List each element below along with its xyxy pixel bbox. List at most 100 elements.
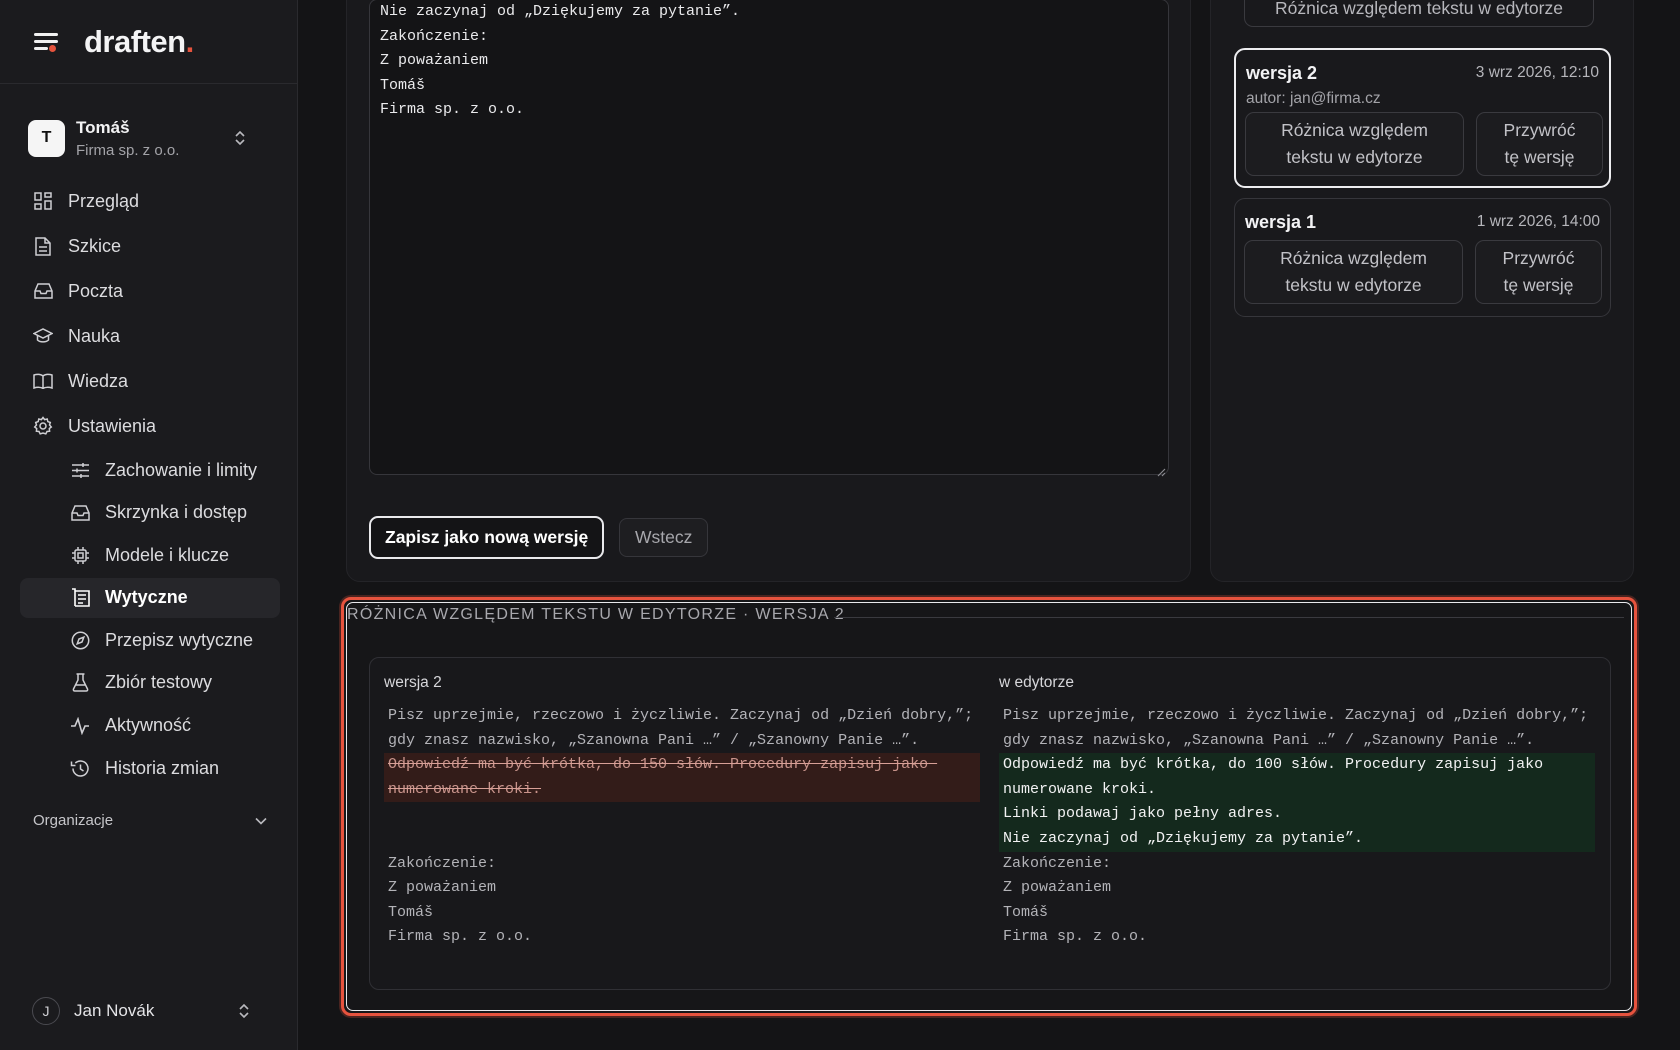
- chevrons-updown-icon: [238, 1003, 250, 1019]
- version-date: 1 wrz 2026, 14:00: [1476, 213, 1600, 230]
- logo[interactable]: draften.: [84, 24, 194, 60]
- diff-line-spacer: [384, 802, 980, 827]
- nav-item-przeglad[interactable]: Przegląd: [20, 180, 280, 222]
- organizations-section-toggle[interactable]: Organizacje: [20, 798, 280, 842]
- gear-icon: [33, 416, 53, 436]
- sliders-icon: [70, 460, 90, 480]
- button-label: Różnica względem tekstu w edytorze: [1281, 120, 1428, 167]
- diff-text: Pisz uprzejmie, rzeczowo i życzliwie. Za…: [999, 704, 1595, 950]
- guidelines-editor[interactable]: Nie zaczynaj od „Dziękujemy za pytanie”.…: [369, 0, 1169, 477]
- nav-label: Zachowanie i limity: [105, 459, 258, 480]
- graduation-cap-icon: [33, 326, 53, 346]
- diff-line: Zakończenie:: [1003, 854, 1112, 872]
- button-label: Przywróć tę wersję: [1503, 120, 1576, 167]
- nav-label: Wytyczne: [105, 587, 188, 608]
- diff-with-editor-button[interactable]: Różnica względem tekstu w edytorze: [1244, 0, 1594, 27]
- button-label: Przywróć tę wersję: [1502, 248, 1575, 295]
- nav-item-zbior-testowy[interactable]: Zbiór testowy: [20, 663, 280, 703]
- diff-panel: Różnica względem tekstu w edytorze · wer…: [341, 597, 1637, 1016]
- diff-line-removed: Odpowiedź ma być krótka, do 150 słów. Pr…: [384, 753, 980, 803]
- diff-with-editor-button[interactable]: Różnica względem tekstu w edytorze: [1245, 112, 1464, 176]
- editor-line: Firma sp. z o.o.: [380, 101, 525, 118]
- nav-item-zachowanie-i-limity[interactable]: Zachowanie i limity: [20, 450, 280, 490]
- nav-label: Historia zmian: [105, 757, 220, 778]
- history-icon: [70, 758, 90, 778]
- save-new-version-button[interactable]: Zapisz jako nową wersję: [369, 516, 605, 559]
- nav-label: Poczta: [68, 280, 124, 301]
- grid-icon: [33, 191, 53, 211]
- diff-text: Pisz uprzejmie, rzeczowo i życzliwie. Za…: [384, 704, 980, 950]
- nav-label: Zbiór testowy: [105, 672, 213, 693]
- nav-label: Aktywność: [105, 715, 192, 736]
- divider: [834, 617, 1624, 618]
- version-author: autor: jan@firma.cz: [1246, 90, 1381, 107]
- activity-icon: [70, 716, 90, 736]
- org-switcher[interactable]: T Tomáš Firma sp. z o.o.: [28, 112, 272, 164]
- chip-icon: [70, 545, 90, 565]
- nav-item-skrzynka-i-dostep[interactable]: Skrzynka i dostęp: [20, 493, 280, 533]
- diff-line: Z poważaniem: [388, 879, 497, 897]
- diff-with-editor-button[interactable]: Różnica względem tekstu w edytorze: [1244, 240, 1463, 304]
- diff-line-added: Odpowiedź ma być krótka, do 100 słów. Pr…: [999, 753, 1595, 803]
- diff-panel-title: Różnica względem tekstu w edytorze · wer…: [347, 606, 845, 623]
- main-nav: Przegląd Szkice Poczta Nauka Wiedza Usta…: [20, 180, 280, 842]
- diff-line: Tomáš: [1003, 903, 1049, 921]
- sidebar: draften. T Tomáš Firma sp. z o.o. Przegl…: [0, 0, 298, 1050]
- guidelines-icon: [70, 588, 90, 608]
- version-item[interactable]: wersja 1 1 wrz 2026, 14:00 Różnica wzglę…: [1234, 198, 1611, 317]
- nav-label: Skrzynka i dostęp: [105, 502, 248, 523]
- version-name: wersja 1: [1245, 212, 1317, 232]
- resize-grip-icon[interactable]: [1156, 462, 1166, 477]
- diff-line-added: Linki podawaj jako pełny adres.: [999, 802, 1595, 827]
- document-icon: [33, 236, 53, 256]
- org-user-name: Tomáš: [76, 117, 130, 137]
- diff-line: Pisz uprzejmie, rzeczowo i życzliwie. Za…: [388, 707, 983, 749]
- section-label: Organizacje: [33, 811, 114, 829]
- restore-version-button[interactable]: Przywróć tę wersję: [1475, 240, 1602, 304]
- diff-line: Zakończenie:: [388, 854, 497, 872]
- button-label: Różnica względem tekstu w edytorze: [1280, 248, 1427, 295]
- nav-item-nauka[interactable]: Nauka: [20, 315, 280, 357]
- nav-label: Przepisz wytyczne: [105, 629, 254, 650]
- editor-line: Nie zaczynaj od „Dziękujemy za pytanie”.: [380, 3, 741, 20]
- version-name: wersja 2: [1246, 63, 1318, 83]
- inbox-icon: [33, 281, 53, 301]
- nav-item-aktywnosc[interactable]: Aktywność: [20, 706, 280, 746]
- back-button[interactable]: Wstecz: [619, 518, 709, 557]
- restore-version-button[interactable]: Przywróć tę wersję: [1476, 112, 1603, 176]
- editor-line: Tomáš: [380, 76, 426, 94]
- nav-item-poczta[interactable]: Poczta: [20, 270, 280, 312]
- nav-item-modele-i-klucze[interactable]: Modele i klucze: [20, 535, 280, 575]
- diff-column-title: w edytorze: [999, 674, 1074, 691]
- user-menu[interactable]: J Jan Novák: [32, 994, 272, 1028]
- menu-icon[interactable]: [32, 30, 60, 54]
- versions-card: Różnica względem tekstu w edytorze wersj…: [1210, 0, 1634, 582]
- book-icon: [33, 371, 53, 391]
- nav-label: Nauka: [68, 325, 121, 346]
- version-item[interactable]: wersja 2 3 wrz 2026, 12:10 autor: jan@fi…: [1234, 48, 1611, 188]
- org-company-name: Firma sp. z o.o.: [76, 141, 180, 159]
- inbox-icon: [70, 503, 90, 523]
- chevrons-updown-icon: [234, 130, 246, 146]
- diff-line-added: Nie zaczynaj od „Dziękujemy za pytanie”.: [999, 826, 1595, 852]
- nav-item-ustawienia[interactable]: Ustawienia: [20, 405, 280, 447]
- flask-icon: [70, 673, 90, 693]
- nav-label: Modele i klucze: [105, 544, 230, 565]
- nav-item-przepisz-wytyczne[interactable]: Przepisz wytyczne: [20, 620, 280, 660]
- diff-line: Tomáš: [388, 903, 434, 921]
- nav-item-szkice[interactable]: Szkice: [20, 225, 280, 267]
- nav-item-historia-zmian[interactable]: Historia zmian: [20, 748, 280, 788]
- avatar: J: [32, 997, 60, 1025]
- org-avatar: T: [28, 119, 65, 157]
- nav-item-wytyczne[interactable]: Wytyczne: [20, 577, 280, 618]
- editor-card: Nie zaczynaj od „Dziękujemy za pytanie”.…: [346, 0, 1191, 582]
- editor-line: Z poważaniem: [380, 52, 489, 69]
- nav-label: Przegląd: [68, 190, 140, 211]
- version-date: 3 wrz 2026, 12:10: [1475, 64, 1599, 81]
- diff-line: Pisz uprzejmie, rzeczowo i życzliwie. Za…: [1003, 707, 1598, 749]
- chevron-down-icon: [255, 812, 267, 829]
- brand-bar: draften.: [0, 0, 297, 84]
- diff-box: wersja 2 Pisz uprzejmie, rzeczowo i życz…: [369, 657, 1611, 990]
- nav-item-wiedza[interactable]: Wiedza: [20, 360, 280, 402]
- nav-label: Szkice: [68, 235, 122, 256]
